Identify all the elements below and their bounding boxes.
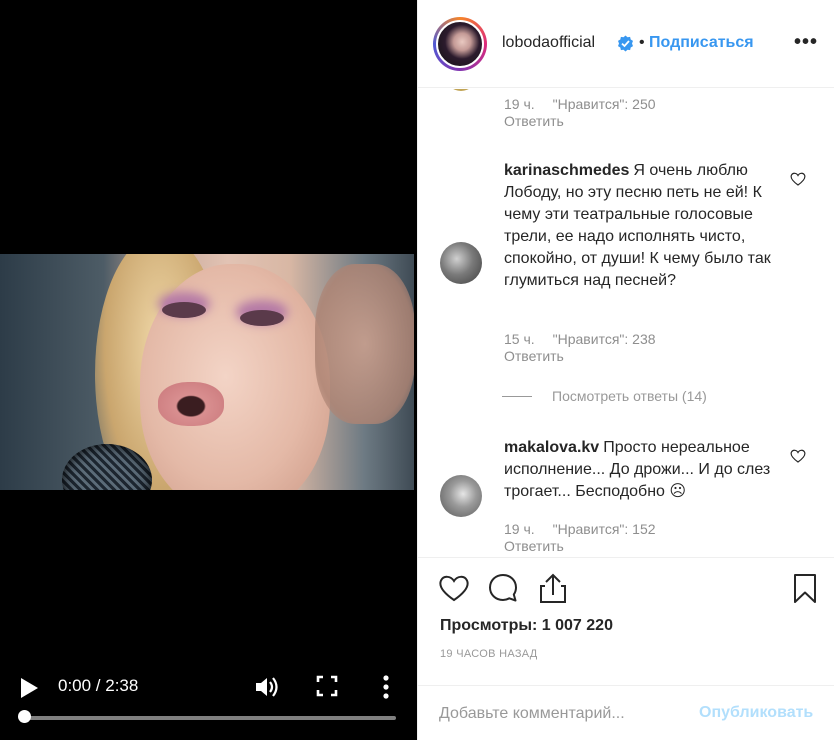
view-replies-button[interactable]: Посмотреть ответы (14) <box>502 388 707 404</box>
heart-icon[interactable] <box>790 448 806 464</box>
verified-badge-icon <box>618 35 633 52</box>
comment-username[interactable]: makalova.kv <box>504 439 599 456</box>
comment-time: 19 ч. <box>504 96 535 112</box>
comments-list[interactable]: 19 ч. "Нравится": 250 Ответить karinaschm… <box>418 89 834 556</box>
comment-likes[interactable]: "Нравится": 152 <box>553 521 656 537</box>
video-hand <box>315 264 414 424</box>
progress-bar[interactable] <box>24 716 396 720</box>
video-eye-left <box>162 302 206 318</box>
comment-likes[interactable]: "Нравится": 238 <box>553 331 656 347</box>
avatar[interactable] <box>433 17 487 71</box>
avatar[interactable] <box>440 475 482 517</box>
reply-button[interactable]: Ответить <box>504 348 564 364</box>
comment-username[interactable]: karinaschmedes <box>504 162 629 179</box>
comment-body: karinaschmedes Я очень люблю Лободу, но э… <box>504 160 776 292</box>
view-replies-line <box>502 395 532 397</box>
play-icon[interactable] <box>18 676 40 700</box>
video-controls: 0:00 / 2:38 <box>0 664 417 740</box>
views-count[interactable]: Просмотры: 1 007 220 <box>440 617 613 635</box>
view-replies-label: Посмотреть ответы (14) <box>552 388 707 404</box>
like-heart-icon[interactable] <box>438 573 470 603</box>
follow-button[interactable]: Подписаться <box>649 34 754 52</box>
reply-button[interactable]: Ответить <box>504 538 564 554</box>
username-link[interactable]: lobodaofficial <box>502 34 595 52</box>
volume-icon[interactable] <box>254 674 280 700</box>
video-frame[interactable] <box>0 254 414 490</box>
progress-knob[interactable] <box>18 710 31 723</box>
comment-time: 15 ч. <box>504 331 535 347</box>
header-separator: • <box>639 34 645 51</box>
comment-meta: 19 ч. "Нравится": 152 <box>504 521 656 537</box>
video-eye-right <box>240 310 284 326</box>
comment-text: Я очень люблю Лободу, но эту песню петь … <box>504 162 771 289</box>
time-readout: 0:00 / 2:38 <box>58 676 139 695</box>
publish-button[interactable]: Опубликовать <box>699 704 813 722</box>
video-lips <box>158 382 224 426</box>
video-face <box>140 264 330 490</box>
comment-body: makalova.kv Просто нереальное исполнение.… <box>504 437 776 503</box>
post-actions: Просмотры: 1 007 220 19 ЧАСОВ НАЗАД Опуб… <box>418 557 834 740</box>
post-options-button[interactable]: ••• <box>794 32 818 52</box>
comment-input[interactable] <box>439 703 689 725</box>
avatar[interactable] <box>445 89 477 91</box>
comment-likes[interactable]: "Нравится": 250 <box>553 96 656 112</box>
fullscreen-icon[interactable] <box>316 674 338 698</box>
comment-meta: 19 ч. "Нравится": 250 <box>504 96 656 112</box>
comment-bubble-icon[interactable] <box>487 572 519 604</box>
avatar[interactable] <box>440 242 482 284</box>
comment-form: Опубликовать <box>418 685 834 740</box>
comment-meta: 15 ч. "Нравится": 238 <box>504 331 656 347</box>
more-options-icon[interactable] <box>382 674 390 700</box>
share-icon[interactable] <box>537 571 569 605</box>
comment-time: 19 ч. <box>504 521 535 537</box>
post-header: lobodaofficial • Подписаться ••• <box>418 0 834 88</box>
heart-icon[interactable] <box>790 171 806 187</box>
post-sidebar: lobodaofficial • Подписаться ••• 19 ч. "Н… <box>417 0 834 740</box>
post-timestamp[interactable]: 19 ЧАСОВ НАЗАД <box>440 648 538 660</box>
bookmark-icon[interactable] <box>792 573 818 605</box>
video-player[interactable]: 0:00 / 2:38 <box>0 0 417 740</box>
reply-button[interactable]: Ответить <box>504 113 564 129</box>
